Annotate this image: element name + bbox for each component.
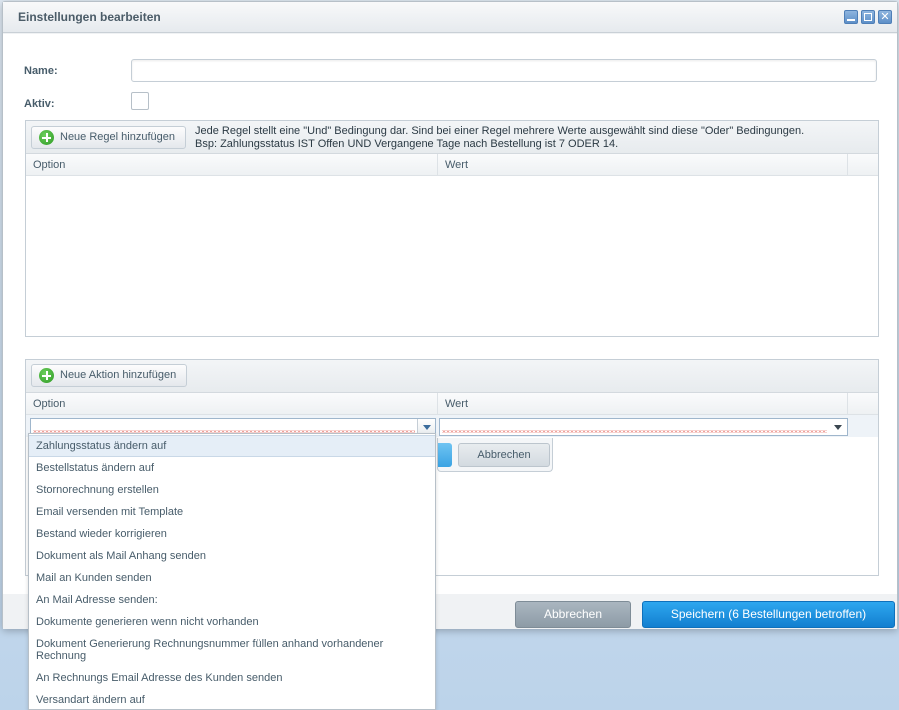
wert-combobox[interactable] [439,418,848,436]
rules-col-option[interactable]: Option [26,154,438,176]
rules-col-wert[interactable]: Wert [438,154,848,176]
wert-combobox-trigger[interactable] [829,419,847,435]
rules-grid-header: Option Wert [26,154,878,176]
aktiv-checkbox[interactable] [131,92,149,110]
chevron-down-icon [423,425,431,430]
add-action-label: Neue Aktion hinzufügen [60,369,177,381]
close-icon: ✕ [880,11,890,23]
add-action-button[interactable]: Neue Aktion hinzufügen [31,364,188,387]
dropdown-item[interactable]: Dokumente generieren wenn nicht vorhande… [29,616,435,628]
add-rule-label: Neue Regel hinzufügen [60,131,175,143]
actions-toolbar: Neue Aktion hinzufügen [26,360,878,393]
close-button[interactable]: ✕ [878,10,892,24]
actions-col-option[interactable]: Option [26,393,438,415]
row-editor-update-button[interactable] [438,443,452,467]
dropdown-item[interactable]: An Rechnungs Email Adresse des Kunden se… [29,672,435,684]
row-editor-cancel-button[interactable]: Abbrechen [458,443,550,467]
rules-hint: Jede Regel stellt eine "Und" Bedingung d… [195,125,804,151]
row-editor-buttons: Abbrechen [437,438,553,472]
rules-toolbar: Neue Regel hinzufügen Jede Regel stellt … [26,121,878,154]
dropdown-item[interactable]: Zahlungsstatus ändern auf [29,435,435,457]
dropdown-item[interactable]: Dokument Generierung Rechnungsnummer fül… [29,638,399,662]
add-circle-icon [39,368,54,383]
actions-col-wert[interactable]: Wert [438,393,848,415]
dropdown-item[interactable]: Dokument als Mail Anhang senden [29,550,435,562]
option-dropdown-list: Zahlungsstatus ändern auf Bestellstatus … [28,433,436,710]
rules-panel: Neue Regel hinzufügen Jede Regel stellt … [25,120,879,337]
cancel-button[interactable]: Abbrechen [515,601,631,628]
validation-error-underline [442,430,827,433]
dropdown-item[interactable]: Bestellstatus ändern auf [29,462,435,474]
window-title: Einstellungen bearbeiten [18,10,161,24]
dropdown-item[interactable]: Email versenden mit Template [29,506,435,518]
window-titlebar[interactable]: Einstellungen bearbeiten ✕ [3,2,897,33]
dropdown-item[interactable]: An Mail Adresse senden: [29,594,435,606]
maximize-button[interactable] [861,10,875,24]
add-rule-button[interactable]: Neue Regel hinzufügen [31,126,186,149]
dropdown-item[interactable]: Mail an Kunden senden [29,572,435,584]
aktiv-label: Aktiv: [24,98,55,110]
rules-hint-line-1: Jede Regel stellt eine "Und" Bedingung d… [195,125,805,137]
minimize-button[interactable] [844,10,858,24]
chevron-down-icon [834,425,842,430]
dropdown-item[interactable]: Stornorechnung erstellen [29,484,435,496]
dropdown-item[interactable]: Bestand wieder korrigieren [29,528,435,540]
rules-hint-line-2: Bsp: Zahlungsstatus IST Offen UND Vergan… [195,138,619,150]
add-circle-icon [39,130,54,145]
save-button[interactable]: Speichern (6 Bestellungen betroffen) [642,601,895,628]
dropdown-item[interactable]: Versandart ändern auf [29,694,435,706]
name-input[interactable] [131,59,877,82]
name-label: Name: [24,65,58,77]
actions-grid-header: Option Wert [26,393,878,415]
